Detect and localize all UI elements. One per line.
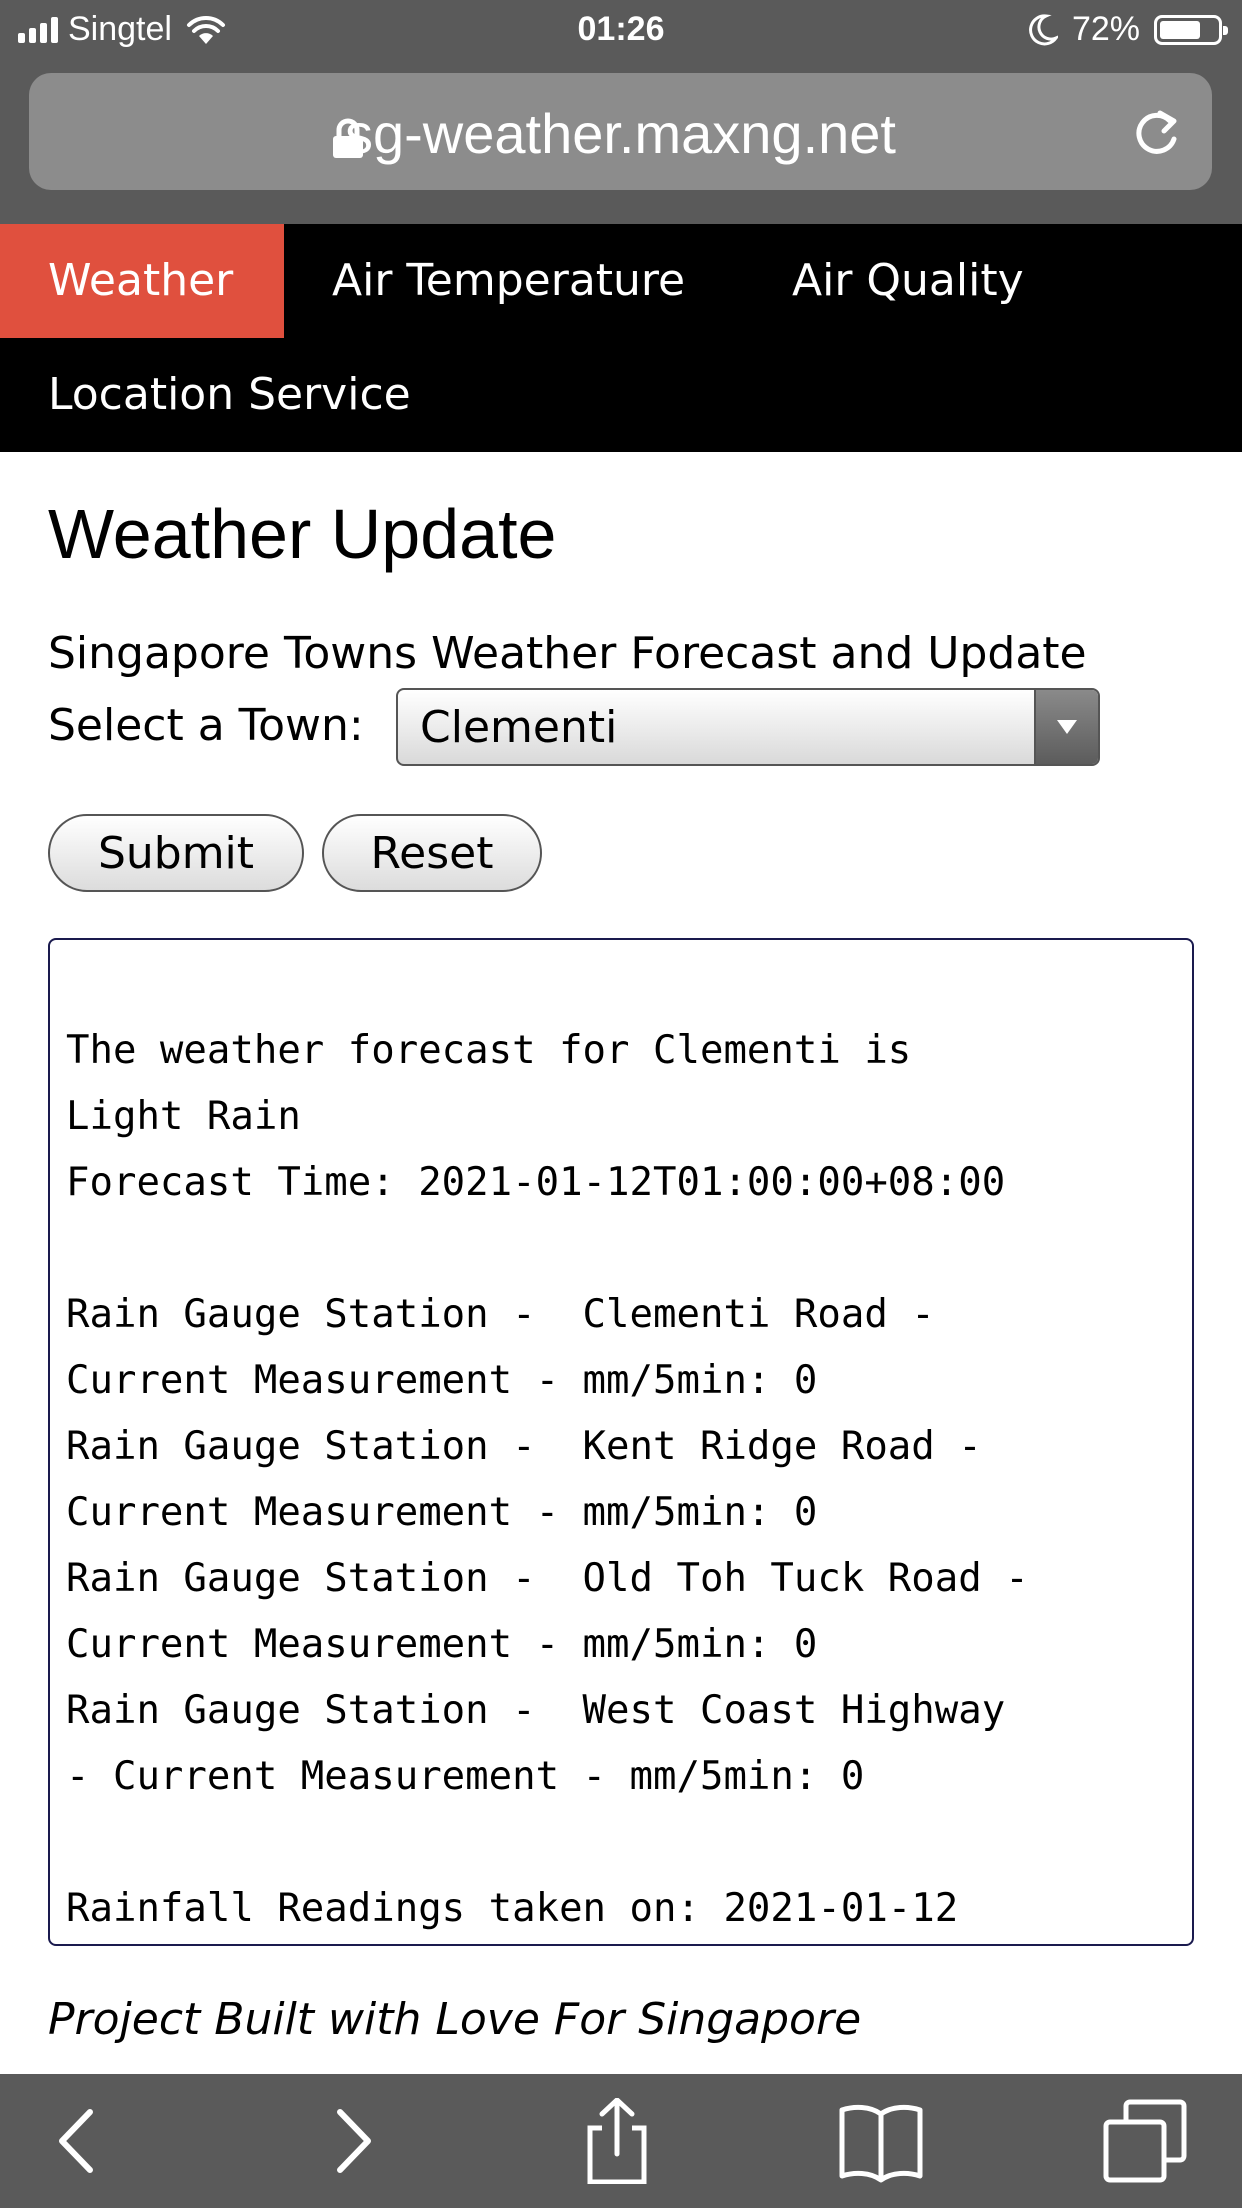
nav-item-air-quality[interactable]: Air Quality bbox=[744, 224, 1072, 338]
browser-chrome: sg-weather.maxng.net bbox=[0, 62, 1242, 224]
forecast-result-line bbox=[66, 1810, 1182, 1876]
forecast-result-line: The weather forecast for Clementi is bbox=[66, 1028, 912, 1073]
forecast-result-line: Rain Gauge Station - Clementi Road - bbox=[66, 1292, 935, 1337]
nav-item-air-temperature[interactable]: Air Temperature bbox=[284, 224, 733, 338]
address-bar[interactable]: sg-weather.maxng.net bbox=[29, 73, 1212, 190]
nav-item-weather[interactable]: Weather bbox=[0, 224, 284, 338]
tabs-icon[interactable] bbox=[1100, 2098, 1190, 2184]
forecast-result-line: Current Measurement - mm/5min: 0 bbox=[66, 1622, 818, 1667]
forecast-result-line: Rain Gauge Station - Kent Ridge Road - bbox=[66, 1424, 982, 1469]
forecast-result-line: Rain Gauge Station - Old Toh Tuck Road - bbox=[66, 1556, 1029, 1601]
browser-toolbar bbox=[0, 2074, 1242, 2208]
battery-icon bbox=[1154, 14, 1228, 45]
reset-button[interactable]: Reset bbox=[322, 814, 542, 892]
forecast-result-line: Light Rain bbox=[66, 1094, 301, 1139]
forecast-result-line: - Current Measurement - mm/5min: 0 bbox=[66, 1754, 865, 1799]
forward-icon[interactable] bbox=[308, 2098, 398, 2184]
forecast-result-line: Rainfall Readings taken on: 2021-01-12 bbox=[66, 1886, 959, 1931]
battery-percent: 72% bbox=[1071, 10, 1140, 48]
bookmarks-icon[interactable] bbox=[836, 2098, 926, 2184]
footer-text: Project Built with Love For Singapore bbox=[48, 1994, 862, 2045]
main-nav: Weather Air Temperature Air Quality Loca… bbox=[0, 224, 1242, 452]
back-icon[interactable] bbox=[32, 2098, 122, 2184]
page-subtitle: Singapore Towns Weather Forecast and Upd… bbox=[48, 628, 1087, 679]
status-right: 72% bbox=[1028, 10, 1228, 49]
nav-item-location-service[interactable]: Location Service bbox=[0, 338, 459, 452]
page-title: Weather Update bbox=[48, 495, 557, 573]
town-select[interactable]: Clementi bbox=[396, 688, 1100, 766]
forecast-result-text: The weather forecast for Clementi is Ligh… bbox=[66, 952, 1182, 1942]
forecast-result-line bbox=[66, 1216, 1182, 1282]
forecast-result-line: Forecast Time: 2021-01-12T01:00:00+08:00 bbox=[66, 1160, 1006, 1205]
forecast-result-line: Current Measurement - mm/5min: 0 bbox=[66, 1490, 818, 1535]
status-bar: Singtel 01:26 72% bbox=[0, 0, 1242, 62]
submit-button[interactable]: Submit bbox=[48, 814, 304, 892]
url-text: sg-weather.maxng.net bbox=[345, 102, 896, 165]
moon-icon bbox=[1029, 13, 1058, 45]
forecast-result-line bbox=[66, 952, 1182, 1018]
forecast-result-box: The weather forecast for Clementi is Ligh… bbox=[48, 938, 1194, 1946]
share-icon[interactable] bbox=[572, 2098, 662, 2184]
forecast-result-line: Rain Gauge Station - West Coast Highway bbox=[66, 1688, 1006, 1733]
town-select-label: Select a Town: bbox=[48, 700, 364, 751]
forecast-result-line: Current Measurement - mm/5min: 0 bbox=[66, 1358, 818, 1403]
chevron-down-icon[interactable] bbox=[1034, 690, 1098, 764]
reload-icon[interactable] bbox=[1130, 105, 1182, 161]
town-select-value: Clementi bbox=[420, 702, 618, 753]
